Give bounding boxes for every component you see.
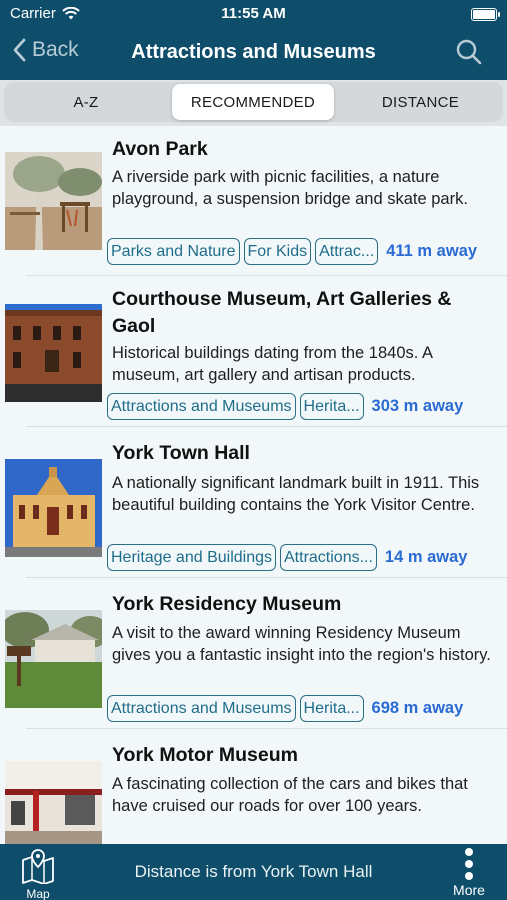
thumbnail-image [5,610,102,708]
list-item[interactable]: Avon Park A riverside park with picnic f… [0,126,507,276]
tag-row: Attractions and Museums Herita... 698 m … [107,694,499,722]
list-item[interactable]: York Residency Museum A visit to the awa… [0,578,507,729]
item-description: Historical buildings dating from the 184… [112,344,433,384]
page-title: Attractions and Museums [131,41,376,63]
item-title: York Motor Museum [112,744,298,766]
top-bar: Carrier 11:55 AM Back Attractions and Mu… [0,0,507,80]
thumbnail-image [5,152,102,250]
list-item[interactable]: Courthouse Museum, Art Galleries & Gaol … [0,276,507,427]
list-item[interactable]: York Town Hall A nationally significant … [0,427,507,578]
segment-recommended[interactable]: RECOMMENDED [172,84,334,120]
list-item[interactable]: York Motor Museum A fascinating collecti… [0,729,507,844]
item-description: A nationally significant landmark built … [112,474,480,514]
segment-distance[interactable]: DISTANCE [338,84,503,120]
thumbnail-image [5,761,102,844]
tag-chip[interactable]: Attractions and Museums [107,392,296,420]
distance-origin-info: Distance is from York Town Hall [134,862,373,881]
item-title: Avon Park [112,138,208,160]
distance-label: 303 m away [371,396,464,415]
battery-icon [471,8,500,21]
distance-label: 411 m away [386,241,478,260]
distance-label: 14 m away [384,547,468,566]
more-label: More [453,882,485,898]
tag-chip[interactable]: Attractions and Museums [107,694,296,722]
sort-segmented-control: A-Z RECOMMENDED DISTANCE [0,80,507,126]
item-title: York Town Hall [112,442,250,464]
distance-label: 698 m away [371,698,464,717]
item-title: York Residency Museum [112,593,342,615]
thumbnail-image [5,304,102,402]
item-description: A riverside park with picnic facilities,… [112,168,468,208]
tag-row: Attractions and Museums Herita... 303 m … [107,392,499,420]
thumbnail-image [5,459,102,557]
search-icon [456,39,482,65]
segment-track: A-Z RECOMMENDED DISTANCE [4,82,503,122]
tag-chip[interactable]: Herita... [299,392,364,420]
map-label: Map [26,887,50,900]
item-title: Courthouse Museum, Art Galleries & Gaol [112,288,452,337]
tag-row: Heritage and Buildings Attractions... 14… [107,543,499,571]
status-bar: Carrier 11:55 AM [0,0,507,30]
tag-chip[interactable]: Parks and Nature [107,237,240,265]
tag-chip[interactable]: Herita... [299,694,364,722]
tag-chip[interactable]: Attractions... [280,543,377,571]
bottom-bar: Map Distance is from York Town Hall More [0,844,507,900]
more-icon [449,848,489,880]
item-description: A fascinating collection of the cars and… [112,775,468,815]
item-description: A visit to the award winning Residency M… [112,624,491,664]
more-button[interactable]: More [449,848,489,898]
segment-a-z[interactable]: A-Z [4,84,168,120]
tag-chip[interactable]: Heritage and Buildings [107,543,276,571]
tag-chip[interactable]: For Kids [243,237,312,265]
navigation-bar: Back Attractions and Museums [0,30,507,78]
search-button[interactable] [455,38,483,71]
tag-chip[interactable]: Attrac... [315,237,379,265]
tag-row: Parks and Nature For Kids Attrac... 411 … [107,237,499,265]
clock: 11:55 AM [221,5,286,22]
attractions-list: Avon Park A riverside park with picnic f… [0,126,507,844]
